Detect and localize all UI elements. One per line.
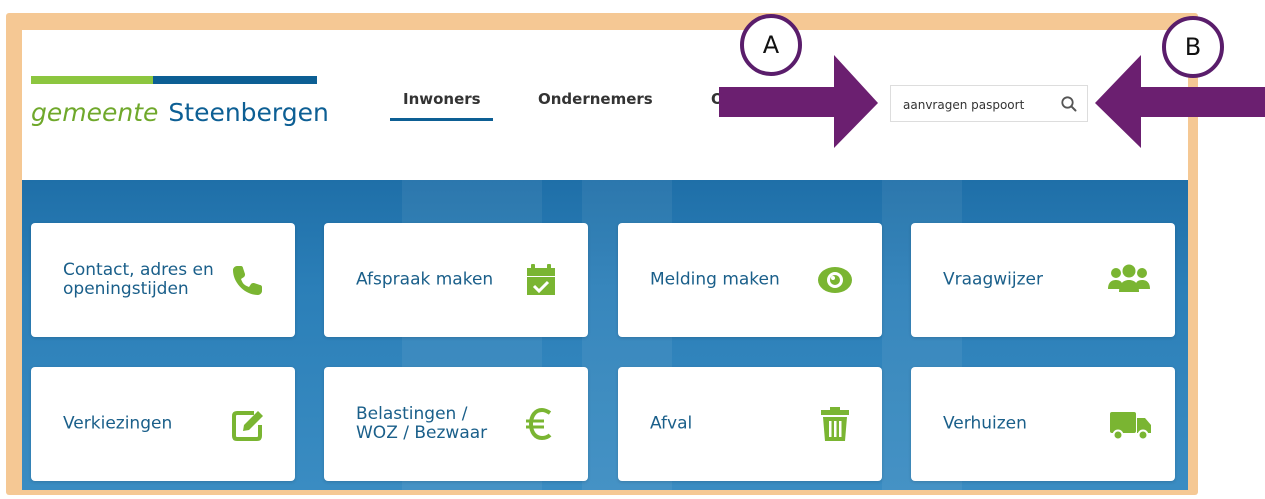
eye-icon — [816, 261, 854, 299]
search-button[interactable] — [1059, 94, 1079, 114]
tile-label: Verhuizen — [943, 413, 1027, 434]
nav-item-inwoners[interactable]: Inwoners — [403, 90, 481, 108]
logo-bar-green — [31, 76, 153, 84]
phone-icon — [229, 261, 267, 299]
site-header: gemeente Steenbergen Inwoners Ondernemers… — [22, 30, 1188, 180]
search-input[interactable] — [901, 94, 1055, 116]
tile-verkiezingen[interactable]: Verkiezingen — [31, 367, 295, 481]
tile-melding[interactable]: Melding maken — [618, 223, 882, 337]
tile-label: Verkiezingen — [63, 413, 173, 434]
hero-banner: Contact, adres en openingstijden Afspraa… — [22, 180, 1188, 490]
calendar-check-icon — [522, 261, 560, 299]
tile-label: Melding maken — [650, 269, 780, 290]
nav-active-indicator — [390, 118, 493, 121]
nav-item-ondernemers[interactable]: Ondernemers — [538, 90, 653, 108]
nav-item-partial[interactable]: O — [711, 90, 724, 108]
logo-bar-blue — [153, 76, 317, 84]
logo-text: gemeente Steenbergen — [31, 98, 329, 127]
tile-vraagwijzer[interactable]: Vraagwijzer — [911, 223, 1175, 337]
truck-icon — [1109, 405, 1153, 443]
trash-icon — [816, 405, 854, 443]
tile-verhuizen[interactable]: Verhuizen — [911, 367, 1175, 481]
tile-label: Contact, adres en openingstijden — [63, 260, 214, 299]
website-page: gemeente Steenbergen Inwoners Ondernemers… — [22, 30, 1188, 490]
users-icon — [1107, 261, 1151, 299]
tile-label: Afspraak maken — [356, 269, 494, 290]
tile-label: Vraagwijzer — [943, 269, 1043, 290]
logo-word-gemeente: gemeente — [31, 98, 159, 127]
tile-afspraak[interactable]: Afspraak maken — [324, 223, 588, 337]
euro-icon — [522, 405, 560, 443]
search-icon — [1061, 96, 1077, 112]
tile-label: Afval — [650, 413, 693, 434]
tile-afval[interactable]: Afval — [618, 367, 882, 481]
tile-contact[interactable]: Contact, adres en openingstijden — [31, 223, 295, 337]
tile-belastingen[interactable]: Belastingen / WOZ / Bezwaar — [324, 367, 588, 481]
edit-icon — [229, 405, 267, 443]
tile-label: Belastingen / WOZ / Bezwaar — [356, 404, 488, 443]
annotation-marker-b: B — [1162, 16, 1224, 78]
search-box — [890, 85, 1088, 122]
logo-word-steenbergen: Steenbergen — [168, 98, 329, 127]
annotation-marker-a: A — [740, 14, 802, 76]
